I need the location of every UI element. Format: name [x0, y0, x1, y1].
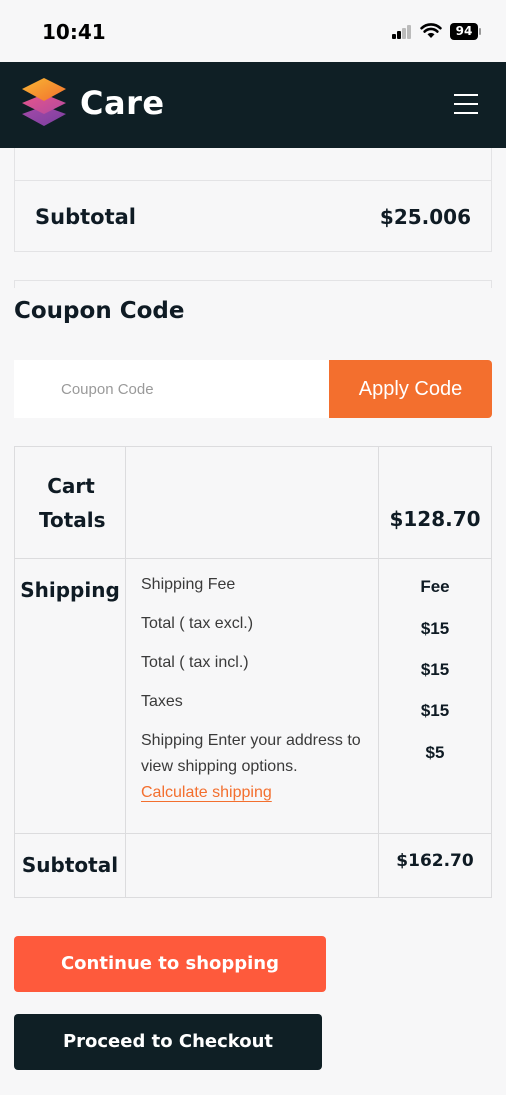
divider: [15, 251, 491, 252]
signal-icon: [392, 25, 414, 39]
shipping-extra-value: $5: [425, 743, 445, 762]
shipping-label: Shipping: [20, 578, 120, 602]
proceed-to-checkout-button[interactable]: Proceed to Checkout: [14, 1014, 322, 1070]
status-bar: 10:41 94: [0, 0, 506, 62]
cart-totals-value: $128.70: [389, 507, 481, 531]
cart-summary-box: Subtotal $25.006: [14, 148, 492, 252]
totals-subtotal-value: $162.70: [396, 851, 474, 871]
logo-icon[interactable]: [20, 76, 68, 128]
hamburger-menu-icon[interactable]: [454, 94, 478, 114]
summary-subtotal-label: Subtotal: [35, 205, 136, 229]
shipping-fee-value: Fee: [420, 577, 450, 596]
calculate-shipping-wrap: Calculate shipping: [141, 780, 272, 806]
total-tax-incl-value: $15: [420, 660, 450, 679]
header-nav: Care: [0, 62, 506, 148]
battery-icon: 94: [450, 23, 478, 40]
apply-code-button[interactable]: Apply Code: [329, 360, 492, 418]
column-divider: [125, 447, 126, 897]
totals-subtotal-label: Subtotal: [21, 853, 119, 877]
taxes-value: $15: [420, 701, 450, 720]
coupon-title: Coupon Code: [14, 298, 185, 324]
total-tax-incl-label: Total ( tax incl.): [141, 654, 249, 671]
divider: [15, 180, 491, 181]
total-tax-excl-label: Total ( tax excl.): [141, 615, 254, 632]
shipping-address-note: Shipping Enter your address to view ship…: [141, 732, 361, 775]
shipping-fee-label: Shipping Fee: [141, 576, 236, 593]
calculate-shipping-link[interactable]: Calculate shipping: [141, 784, 272, 801]
status-time: 10:41: [42, 20, 106, 44]
total-tax-excl-value: $15: [420, 619, 450, 638]
row-divider: [15, 833, 491, 834]
battery-tip: [479, 28, 481, 35]
table-edge: [14, 280, 492, 288]
brand-name[interactable]: Care: [80, 84, 165, 122]
cart-totals-table: Cart Totals $128.70 Shipping Shipping Fe…: [14, 446, 492, 898]
taxes-label: Taxes: [141, 693, 183, 710]
summary-subtotal-value: $25.006: [379, 205, 471, 229]
cart-totals-label: Cart Totals: [39, 474, 106, 532]
continue-shopping-button[interactable]: Continue to shopping: [14, 936, 326, 992]
row-divider: [15, 558, 491, 559]
coupon-code-input[interactable]: [14, 360, 330, 418]
wifi-icon: [420, 23, 442, 38]
